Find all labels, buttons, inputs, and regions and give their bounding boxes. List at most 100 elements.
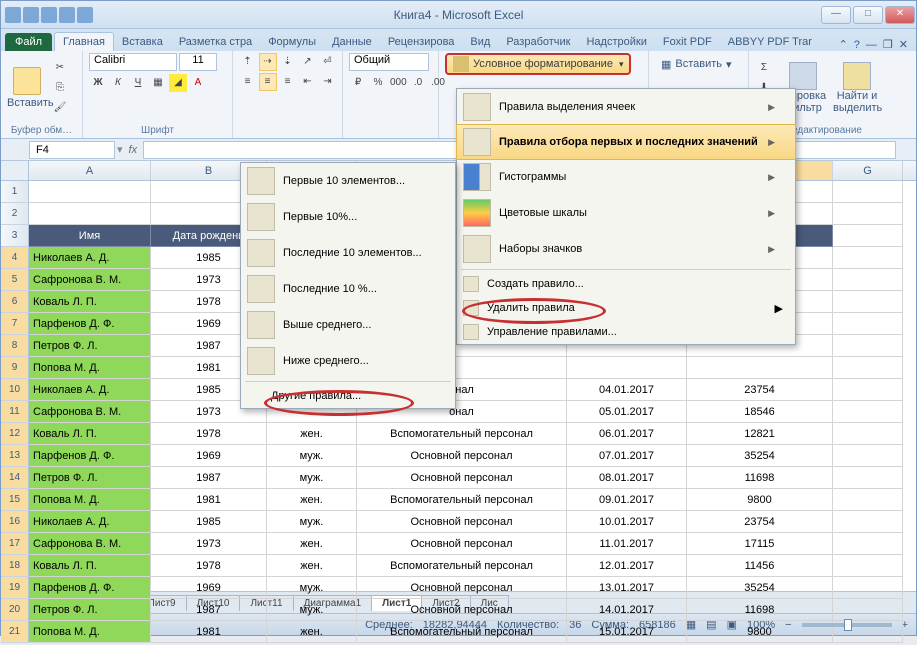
cell-category[interactable]: Вспомогательный персонал — [357, 555, 567, 577]
cell-salary[interactable]: 35254 — [687, 445, 833, 467]
tab-file[interactable]: Файл — [5, 33, 52, 51]
menu-color-scales[interactable]: Цветовые шкалы▶ — [457, 195, 795, 231]
cell[interactable] — [833, 423, 903, 445]
cell[interactable] — [833, 379, 903, 401]
cell-name[interactable]: Сафронова В. М. — [29, 269, 151, 291]
cell[interactable] — [833, 313, 903, 335]
row-header[interactable]: 17 — [1, 533, 29, 555]
save-icon[interactable] — [23, 7, 39, 23]
cell-name[interactable]: Коваль Л. П. — [29, 291, 151, 313]
cell-year[interactable]: 1969 — [151, 445, 267, 467]
copy-icon[interactable]: ⎘ — [51, 79, 69, 97]
cell[interactable] — [833, 269, 903, 291]
cell-name[interactable]: Парфенов Д. Ф. — [29, 445, 151, 467]
cells-insert-button[interactable]: ▦ Вставить ▾ — [655, 53, 738, 75]
cell-date[interactable]: 04.01.2017 — [567, 379, 687, 401]
cell-salary[interactable]: 17115 — [687, 533, 833, 555]
cell-name[interactable]: Петров Ф. Л. — [29, 467, 151, 489]
cell[interactable] — [833, 203, 903, 225]
tab-view[interactable]: Вид — [462, 33, 498, 51]
cell-year[interactable]: 1987 — [151, 467, 267, 489]
menu-top-bottom-rules[interactable]: Правила отбора первых и последних значен… — [456, 124, 796, 160]
cell-gender[interactable]: муж. — [267, 511, 357, 533]
cell-name[interactable]: Сафронова В. М. — [29, 401, 151, 423]
cell-name[interactable]: Сафронова В. М. — [29, 533, 151, 555]
cell-gender[interactable]: жен. — [267, 489, 357, 511]
row-header[interactable]: 5 — [1, 269, 29, 291]
row-header[interactable]: 8 — [1, 335, 29, 357]
tab-home[interactable]: Главная — [54, 32, 114, 51]
row-header[interactable]: 13 — [1, 445, 29, 467]
cell-name[interactable]: Попова М. Д. — [29, 489, 151, 511]
tab-formulas[interactable]: Формулы — [260, 33, 324, 51]
cell-name[interactable]: Попова М. Д. — [29, 357, 151, 379]
align-center-button[interactable]: ≡ — [259, 73, 277, 91]
cell-year[interactable]: 1978 — [151, 423, 267, 445]
underline-button[interactable]: Ч — [129, 74, 147, 92]
cell-name[interactable]: Попова М. Д. — [29, 621, 151, 643]
row-header[interactable]: 10 — [1, 379, 29, 401]
cell-category[interactable]: Основной персонал — [357, 467, 567, 489]
doc-minimize-icon[interactable]: — — [866, 39, 877, 51]
cell[interactable] — [833, 335, 903, 357]
wrap-text-button[interactable]: ⏎ — [319, 53, 337, 71]
cell-name[interactable]: Парфенов Д. Ф. — [29, 577, 151, 599]
print-icon[interactable] — [77, 7, 93, 23]
font-size-select[interactable]: 11 — [179, 53, 217, 71]
cell[interactable] — [833, 555, 903, 577]
indent-dec-button[interactable]: ⇤ — [299, 73, 317, 91]
autosum-button[interactable]: Σ — [755, 59, 773, 77]
cell-date[interactable]: 07.01.2017 — [567, 445, 687, 467]
row-header[interactable]: 4 — [1, 247, 29, 269]
cell-category[interactable]: Вспомогательный персонал — [357, 489, 567, 511]
menu-clear-rules[interactable]: Удалить правила▶ — [457, 296, 795, 320]
cell[interactable] — [29, 203, 151, 225]
font-name-select[interactable]: Calibri — [89, 53, 177, 71]
fx-icon[interactable]: fx — [129, 144, 138, 156]
row-header[interactable]: 16 — [1, 511, 29, 533]
cell-name[interactable]: Коваль Л. П. — [29, 423, 151, 445]
cell-gender[interactable]: муж. — [267, 445, 357, 467]
cell-date[interactable]: 05.01.2017 — [567, 401, 687, 423]
cell-date[interactable]: 10.01.2017 — [567, 511, 687, 533]
cell-name[interactable]: Коваль Л. П. — [29, 555, 151, 577]
row-header[interactable]: 9 — [1, 357, 29, 379]
name-box[interactable]: F4 — [29, 141, 115, 159]
percent-button[interactable]: % — [369, 74, 387, 92]
tab-insert[interactable]: Вставка — [114, 33, 171, 51]
cell-year[interactable]: 1973 — [151, 533, 267, 555]
submenu-top-10-items[interactable]: Первые 10 элементов... — [241, 163, 455, 199]
submenu-bottom-10-percent[interactable]: Последние 10 %... — [241, 271, 455, 307]
cell[interactable] — [833, 291, 903, 313]
submenu-more-rules[interactable]: Другие правила... — [241, 384, 455, 408]
cell[interactable] — [833, 247, 903, 269]
cell-salary[interactable]: 9800 — [687, 489, 833, 511]
row-header[interactable]: 15 — [1, 489, 29, 511]
tab-abbyy[interactable]: ABBYY PDF Trar — [720, 33, 820, 51]
tab-data[interactable]: Данные — [324, 33, 380, 51]
comma-button[interactable]: 000 — [389, 74, 407, 92]
cell-salary[interactable]: 18546 — [687, 401, 833, 423]
maximize-button[interactable]: □ — [853, 6, 883, 24]
cell-name[interactable]: Парфенов Д. Ф. — [29, 313, 151, 335]
column-header-A[interactable]: A — [29, 161, 151, 180]
cell-gender[interactable]: жен. — [267, 423, 357, 445]
tab-foxit[interactable]: Foxit PDF — [655, 33, 720, 51]
menu-data-bars[interactable]: Гистограммы▶ — [457, 159, 795, 195]
tab-addins[interactable]: Надстройки — [578, 33, 654, 51]
cell-salary[interactable]: 11698 — [687, 467, 833, 489]
align-left-button[interactable]: ≡ — [239, 73, 257, 91]
format-painter-icon[interactable]: 🖌 — [51, 99, 69, 117]
row-header[interactable]: 18 — [1, 555, 29, 577]
row-header[interactable]: 3 — [1, 225, 29, 247]
cell[interactable] — [833, 511, 903, 533]
cell-category[interactable]: Основной персонал — [357, 445, 567, 467]
cell-date[interactable]: 06.01.2017 — [567, 423, 687, 445]
fill-color-button[interactable]: ◢ — [169, 74, 187, 92]
border-button[interactable]: ▦ — [149, 74, 167, 92]
cell[interactable] — [833, 467, 903, 489]
cell[interactable] — [833, 357, 903, 379]
row-header[interactable]: 21 — [1, 621, 29, 643]
paste-button[interactable]: Вставить — [7, 67, 47, 109]
cell-category[interactable]: Основной персонал — [357, 577, 567, 599]
